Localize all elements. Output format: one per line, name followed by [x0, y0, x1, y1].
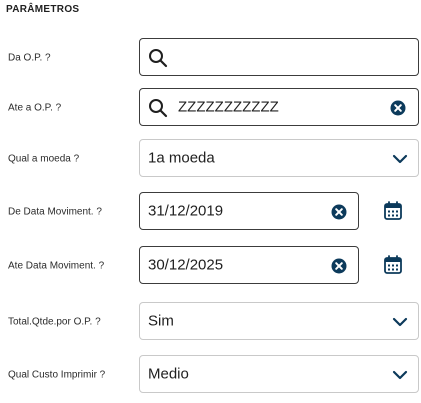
- param-label-ate-op: Ate a O.P. ?: [8, 102, 62, 114]
- param-row-ate-data: Ate Data Moviment. ? 30/12/2025: [0, 246, 421, 286]
- custo-select[interactable]: Medio: [139, 355, 419, 393]
- ate-op-search-field[interactable]: ZZZZZZZZZZZ: [139, 88, 419, 126]
- param-row-total-qtde: Total.Qtde.por O.P. ? Sim: [0, 302, 421, 342]
- calendar-icon[interactable]: [384, 201, 402, 221]
- param-row-de-data: De Data Moviment. ? 31/12/2019: [0, 192, 421, 232]
- param-label-da-op: Da O.P. ?: [8, 52, 51, 64]
- ate-op-value[interactable]: ZZZZZZZZZZZ: [178, 99, 279, 116]
- param-row-ate-op: Ate a O.P. ? ZZZZZZZZZZZ: [0, 88, 421, 128]
- param-label-custo: Qual Custo Imprimir ?: [8, 369, 106, 381]
- clear-icon[interactable]: [390, 100, 406, 116]
- param-row-moeda: Qual a moeda ? 1a moeda: [0, 139, 421, 179]
- calendar-icon[interactable]: [384, 255, 402, 275]
- param-label-moeda: Qual a moeda ?: [8, 153, 80, 165]
- section-title: PARÂMETROS: [6, 4, 80, 15]
- chevron-down-icon[interactable]: [392, 315, 408, 329]
- param-label-de-data: De Data Moviment. ?: [8, 206, 102, 218]
- total-qtde-selected-value[interactable]: Sim: [148, 313, 174, 330]
- param-label-ate-data: Ate Data Moviment. ?: [8, 260, 105, 272]
- de-data-date-input[interactable]: 31/12/2019: [139, 192, 359, 230]
- chevron-down-icon[interactable]: [392, 368, 408, 382]
- search-icon: [149, 99, 168, 118]
- param-row-da-op: Da O.P. ?: [0, 38, 421, 78]
- da-op-search-field[interactable]: [139, 38, 419, 76]
- ate-data-date-input[interactable]: 30/12/2025: [139, 246, 359, 284]
- chevron-down-icon[interactable]: [392, 152, 408, 166]
- ate-data-value[interactable]: 30/12/2025: [148, 257, 223, 274]
- clear-icon[interactable]: [331, 204, 347, 220]
- param-label-total-qtde: Total.Qtde.por O.P. ?: [8, 316, 101, 328]
- moeda-select[interactable]: 1a moeda: [139, 139, 419, 177]
- param-row-custo: Qual Custo Imprimir ? Medio: [0, 355, 421, 395]
- clear-icon[interactable]: [331, 258, 347, 274]
- total-qtde-select[interactable]: Sim: [139, 302, 419, 340]
- custo-selected-value[interactable]: Medio: [148, 366, 189, 383]
- moeda-selected-value[interactable]: 1a moeda: [148, 150, 215, 167]
- de-data-value[interactable]: 31/12/2019: [148, 203, 223, 220]
- search-icon: [149, 49, 168, 68]
